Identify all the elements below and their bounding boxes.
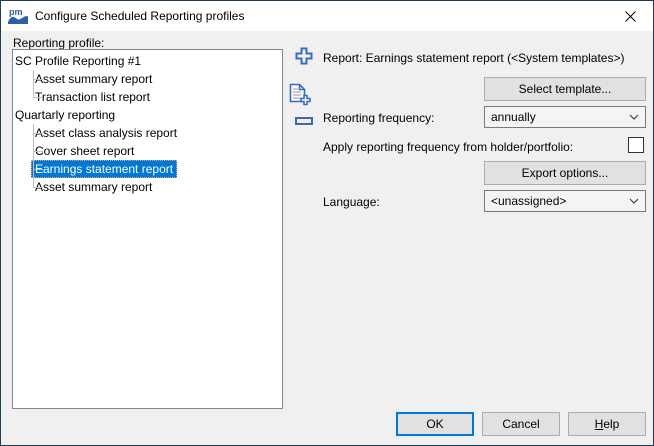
- duplicate-report-icon: [289, 97, 313, 112]
- tree-item-label: Earnings statement report: [31, 160, 177, 178]
- add-report-button[interactable]: [295, 47, 313, 65]
- language-value: <unassigned>: [491, 194, 629, 208]
- help-button[interactable]: Help: [568, 412, 646, 436]
- apply-frequency-label: Apply reporting frequency from holder/po…: [323, 140, 573, 154]
- titlebar: pm Configure Scheduled Reporting profile…: [1, 1, 653, 31]
- plus-icon: [295, 53, 313, 68]
- chevron-down-icon: [629, 114, 639, 120]
- tree-item[interactable]: Asset summary report: [13, 70, 282, 88]
- tree-item[interactable]: SC Profile Reporting #1: [13, 52, 282, 70]
- tree-item-label: SC Profile Reporting #1: [13, 52, 143, 70]
- duplicate-report-button[interactable]: [289, 83, 313, 109]
- tree-item-label: Cover sheet report: [31, 142, 138, 160]
- tree-item-label: Asset summary report: [31, 70, 156, 88]
- report-summary-text: Report: Earnings statement report (<Syst…: [323, 51, 624, 65]
- language-select[interactable]: <unassigned>: [484, 190, 646, 212]
- svg-text:pm: pm: [9, 7, 23, 17]
- select-template-button[interactable]: Select template...: [484, 77, 646, 101]
- remove-report-button[interactable]: [295, 117, 313, 125]
- close-icon: [625, 11, 636, 22]
- reporting-frequency-select[interactable]: annually: [484, 106, 646, 128]
- tree-item[interactable]: Transaction list report: [13, 88, 282, 106]
- tree-item[interactable]: Cover sheet report: [13, 142, 282, 160]
- reporting-profile-label: Reporting profile:: [13, 36, 104, 50]
- configure-scheduled-reporting-dialog: pm Configure Scheduled Reporting profile…: [0, 0, 654, 446]
- tree-item-label: Transaction list report: [31, 88, 154, 106]
- window-title: Configure Scheduled Reporting profiles: [35, 9, 244, 23]
- tree-item[interactable]: Quartarly reporting: [13, 106, 282, 124]
- reporting-frequency-label: Reporting frequency:: [323, 111, 434, 125]
- ok-button[interactable]: OK: [396, 412, 474, 436]
- reporting-frequency-value: annually: [491, 110, 629, 124]
- export-options-button[interactable]: Export options...: [484, 161, 646, 185]
- dialog-body: Reporting profile: SC Profile Reporting …: [1, 31, 653, 445]
- tree-item[interactable]: Asset summary report: [13, 178, 282, 196]
- reporting-profile-list[interactable]: SC Profile Reporting #1Asset summary rep…: [12, 49, 283, 409]
- cancel-button[interactable]: Cancel: [482, 412, 560, 436]
- tree-item-label: Asset summary report: [31, 178, 156, 196]
- tree-item[interactable]: Asset class analysis report: [13, 124, 282, 142]
- chevron-down-icon: [629, 198, 639, 204]
- pm-logo-icon: pm: [8, 7, 28, 25]
- apply-frequency-checkbox[interactable]: [628, 137, 644, 153]
- tree-item[interactable]: Earnings statement report: [13, 160, 282, 178]
- language-label: Language:: [323, 195, 380, 209]
- tree-item-label: Asset class analysis report: [31, 124, 181, 142]
- close-button[interactable]: [608, 1, 653, 31]
- minus-icon: [295, 113, 313, 128]
- tree-item-label: Quartarly reporting: [13, 106, 117, 124]
